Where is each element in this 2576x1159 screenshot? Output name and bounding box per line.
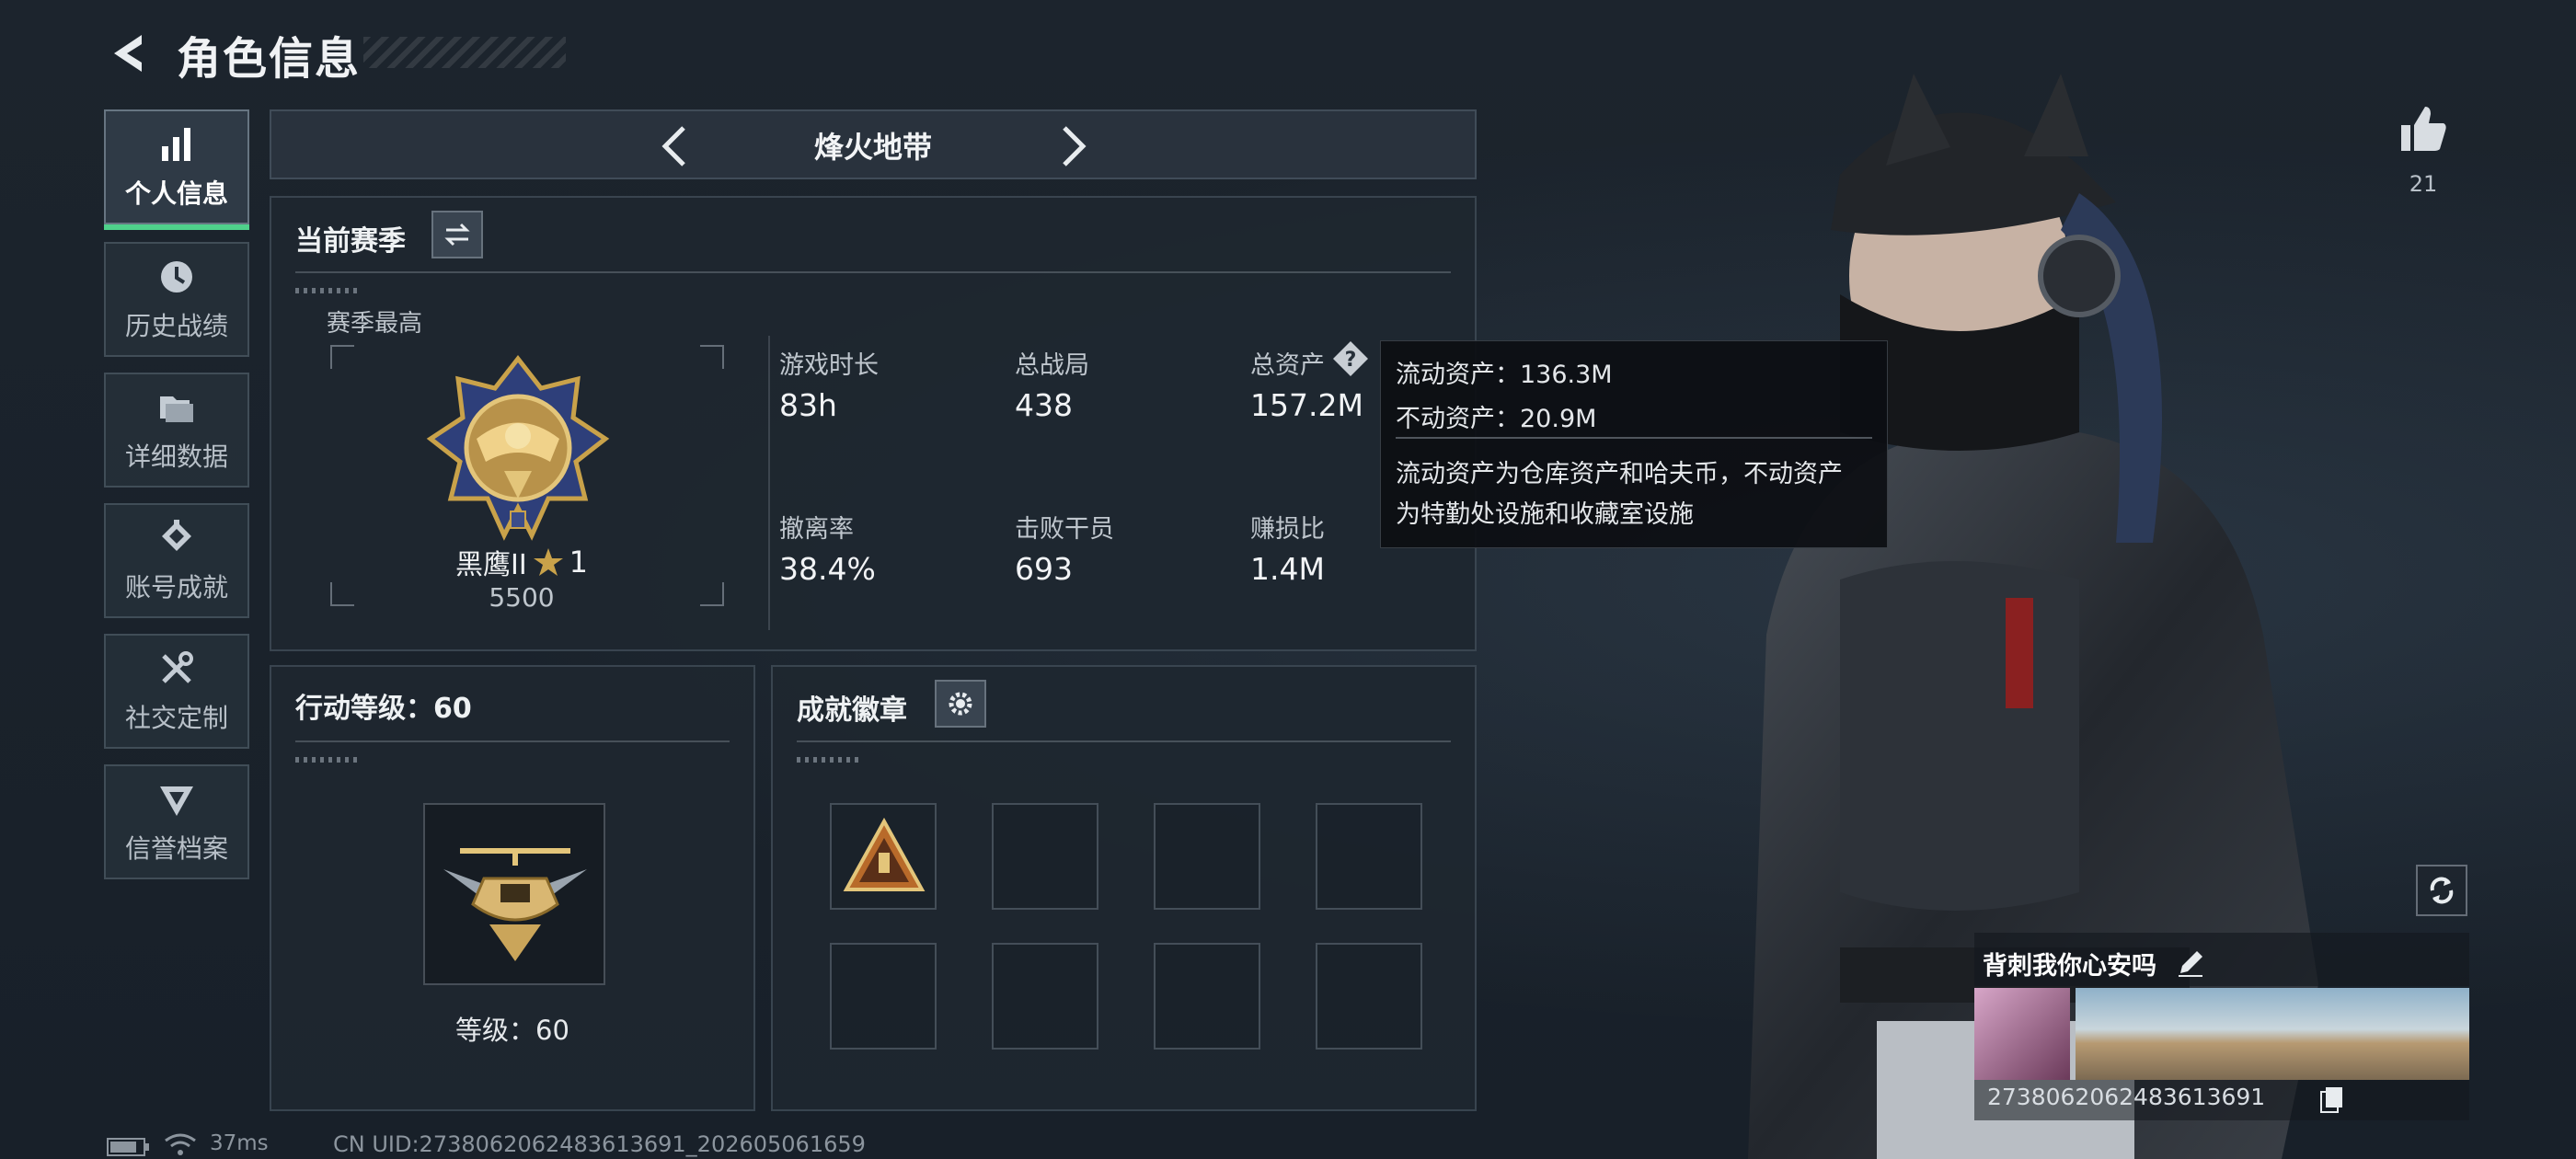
- sidebar-item-reputation[interactable]: 信誉档案: [104, 764, 249, 879]
- badge-slot[interactable]: [992, 803, 1098, 910]
- stat-value-extract-rate: 38.4%: [779, 551, 876, 587]
- action-level-panel: 行动等级：60 等级：60: [270, 665, 755, 1111]
- achievements-settings-button[interactable]: [935, 680, 986, 728]
- frame-corner: [700, 582, 724, 606]
- sidebar-item-label: 详细数据: [124, 441, 228, 472]
- divider-dots: [797, 757, 861, 763]
- frame-corner: [700, 345, 724, 369]
- action-level-text: 等级：60: [455, 1015, 569, 1046]
- like-count: 21: [2409, 171, 2438, 197]
- sidebar-item-history[interactable]: 历史战绩: [104, 242, 249, 357]
- swap-icon: [444, 223, 470, 247]
- divider: [295, 740, 730, 742]
- sidebar-item-achievements[interactable]: 账号成就: [104, 503, 249, 618]
- sidebar-item-label: 账号成就: [124, 571, 228, 602]
- sidebar-item-label: 信誉档案: [124, 832, 228, 864]
- achievement-icon: [162, 519, 191, 551]
- action-level-title: 行动等级：60: [295, 693, 472, 725]
- thumbs-up-icon[interactable]: [2398, 103, 2449, 155]
- chevron-right-icon[interactable]: [1046, 120, 1098, 172]
- badge-slot[interactable]: [1316, 803, 1422, 910]
- edit-icon[interactable]: [2175, 947, 2206, 979]
- rank-emblem-icon: [426, 354, 610, 541]
- stat-value-total-matches: 438: [1015, 387, 1073, 423]
- tooltip-description-1: 流动资产为仓库资产和哈夫币，不动资产: [1396, 460, 1843, 488]
- mode-selector: 烽火地带: [270, 109, 1477, 179]
- tools-icon: [162, 650, 193, 683]
- sidebar-item-label: 社交定制: [124, 702, 228, 733]
- stat-value-playtime: 83h: [779, 387, 837, 423]
- copy-icon[interactable]: [2318, 1085, 2346, 1113]
- back-arrow-icon[interactable]: [101, 26, 156, 81]
- battery-icon: [107, 1138, 149, 1156]
- refresh-icon: [2430, 877, 2454, 904]
- badge-slot[interactable]: [992, 943, 1098, 1050]
- stat-label-extract-rate: 撤离率: [779, 515, 854, 544]
- badge-slot[interactable]: [830, 803, 937, 910]
- network-ping: 37ms: [210, 1131, 269, 1155]
- page-title: 角色信息: [177, 33, 362, 85]
- sidebar-item-details[interactable]: 详细数据: [104, 373, 249, 488]
- help-icon[interactable]: ?: [1331, 339, 1370, 378]
- season-peak-label: 赛季最高: [327, 310, 423, 338]
- clock-icon: [161, 260, 192, 293]
- mode-title: 烽火地带: [813, 130, 932, 165]
- achievement-badge-icon: [843, 818, 926, 891]
- divider-dots: [295, 757, 360, 763]
- divider: [1396, 437, 1872, 439]
- rank-name: 黑鹰II: [454, 549, 527, 581]
- divider: [797, 740, 1451, 742]
- rank-label-row: 黑鹰II 1: [439, 542, 604, 582]
- tooltip-fixed-assets: 不动资产：20.9M: [1396, 405, 1597, 433]
- sidebar-item-social[interactable]: 社交定制: [104, 634, 249, 749]
- divider: [295, 271, 1451, 273]
- gear-icon: [949, 692, 972, 716]
- sidebar-item-label: 个人信息: [124, 178, 228, 209]
- rank-score: 5500: [489, 582, 555, 613]
- tooltip-liquid-assets: 流动资产：136.3M: [1396, 361, 1613, 389]
- badge-slot[interactable]: [1154, 943, 1260, 1050]
- swap-season-button[interactable]: [431, 211, 483, 258]
- stat-label-total-matches: 总战局: [1015, 351, 1089, 380]
- helicopter-emblem-icon: [443, 848, 587, 961]
- stat-label-profit-ratio: 赚损比: [1250, 515, 1325, 544]
- divider-dots: [295, 288, 360, 293]
- badge-slot[interactable]: [1316, 943, 1422, 1050]
- action-level-emblem-frame: [423, 803, 605, 985]
- sidebar-item-personal-info[interactable]: 个人信息: [104, 109, 249, 230]
- achievements-title: 成就徽章: [797, 694, 907, 727]
- tooltip-description-2: 为特勤处设施和收藏室设施: [1396, 500, 1694, 529]
- frame-corner: [330, 345, 354, 369]
- folder-icon: [160, 396, 193, 422]
- stat-value-operators-defeated: 693: [1015, 551, 1073, 587]
- badge-icon: [160, 786, 193, 816]
- stat-label-operators-defeated: 击败干员: [1015, 515, 1114, 544]
- stat-label-total-assets: 总资产: [1250, 351, 1325, 380]
- star-icon: [533, 548, 563, 576]
- svg-text:?: ?: [1345, 349, 1357, 372]
- profile-uid: 2738062062483613691: [1987, 1084, 2266, 1110]
- rank-stars: 1: [569, 545, 589, 580]
- frame-corner: [330, 582, 354, 606]
- profile-name: 背刺我你心安吗: [1983, 952, 2156, 981]
- badge-slot[interactable]: [1154, 803, 1260, 910]
- assets-tooltip: 流动资产：136.3M 不动资产：20.9M 流动资产为仓库资产和哈夫币，不动资…: [1380, 340, 1888, 548]
- achievements-panel: 成就徽章: [771, 665, 1477, 1111]
- sidebar-item-label: 历史战绩: [124, 310, 228, 341]
- title-decoration: [363, 37, 566, 68]
- refresh-button[interactable]: [2416, 865, 2467, 916]
- current-season-panel: 当前赛季 赛季最高 黑鹰II 1 5500 游戏时长 83h 总战局 438 总…: [270, 196, 1477, 651]
- avatar[interactable]: [1974, 988, 2070, 1080]
- stat-label-playtime: 游戏时长: [779, 351, 879, 380]
- stat-value-total-assets: 157.2M: [1250, 387, 1363, 423]
- bar-chart-icon: [162, 127, 190, 161]
- divider: [768, 336, 770, 630]
- profile-banner: [2076, 988, 2469, 1080]
- wifi-icon: [165, 1133, 196, 1155]
- stat-value-profit-ratio: 1.4M: [1250, 551, 1325, 587]
- footer-uid: CN UID:2738062062483613691_202605061659: [333, 1131, 866, 1157]
- badge-slot[interactable]: [830, 943, 937, 1050]
- current-season-title: 当前赛季: [295, 225, 406, 258]
